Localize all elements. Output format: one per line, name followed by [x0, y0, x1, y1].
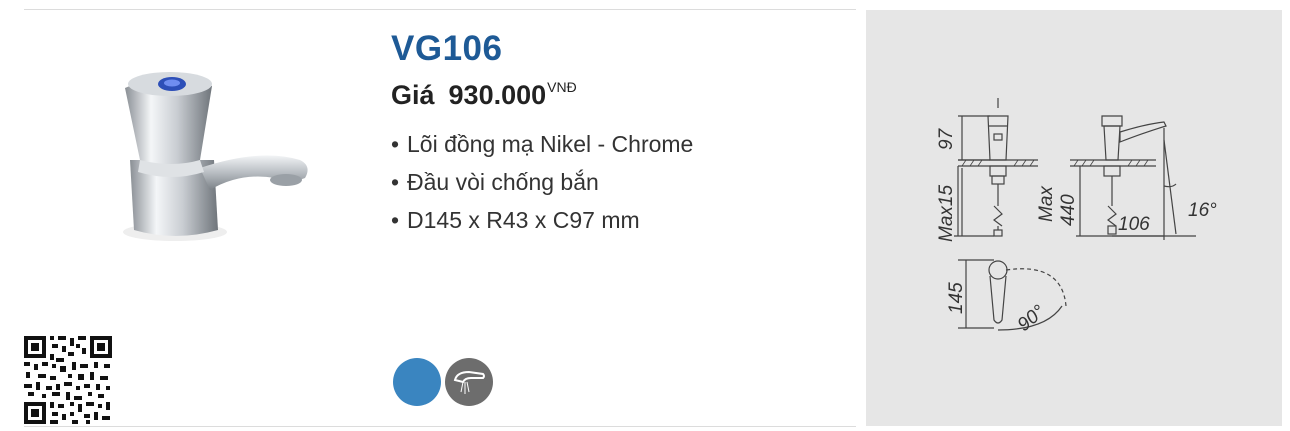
feature-list: • Lõi đồng mạ Nikel - Chrome • Đầu vòi chố…: [391, 127, 693, 241]
feature-item: • Đầu vòi chống bắn: [391, 169, 599, 195]
side-reach-label: 106: [1118, 214, 1150, 235]
front-max-label: Max15: [936, 185, 957, 242]
top-divider: [24, 9, 856, 10]
faucet-product-image: [123, 72, 308, 241]
side-max-value: 440: [1058, 194, 1079, 226]
color-swatch-blue[interactable]: [393, 358, 441, 406]
side-max-label: Max: [1036, 185, 1057, 222]
top-angle-label: 90°: [1014, 301, 1050, 336]
side-angle-label: 16°: [1188, 200, 1217, 221]
price-currency: VNĐ: [547, 79, 577, 95]
feature-text: Đầu vòi chống bắn: [407, 169, 599, 195]
bottom-divider: [24, 426, 856, 427]
feature-text: Lõi đồng mạ Nikel - Chrome: [407, 131, 694, 157]
feature-item: • Lõi đồng mạ Nikel - Chrome: [391, 131, 694, 157]
price-value: 930.000: [448, 80, 547, 110]
aerator-feature-icon: [445, 358, 493, 406]
feature-text: D145 x R43 x C97 mm: [407, 207, 640, 233]
product-price: Giá 930.000VNĐ: [391, 79, 577, 111]
product-model: VG106: [391, 29, 503, 68]
price-label: Giá: [391, 80, 435, 110]
technical-drawing: 97 Max15 Max 440 106 16° 145 90°: [936, 98, 1217, 336]
front-height-label: 97: [936, 127, 957, 150]
technical-drawing-panel: 97 Max15 Max 440 106 16° 145 90°: [866, 10, 1282, 426]
qr-code[interactable]: [22, 334, 114, 426]
top-length-label: 145: [946, 282, 967, 314]
feature-item: • D145 x R43 x C97 mm: [391, 207, 640, 233]
